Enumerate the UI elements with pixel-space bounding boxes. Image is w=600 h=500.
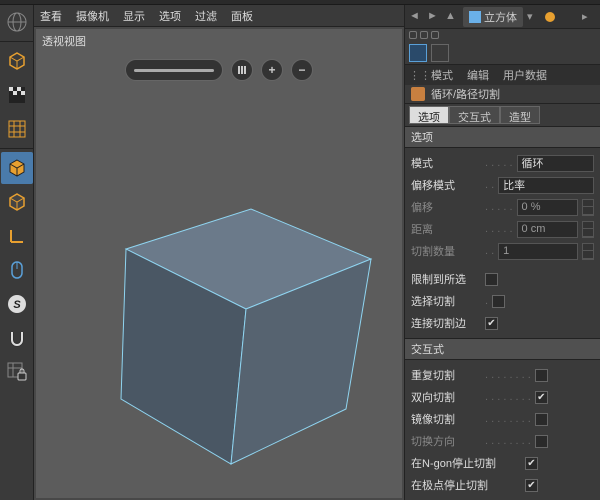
subtab-options[interactable]: 选项 xyxy=(409,106,449,124)
spinner-cutcount[interactable] xyxy=(582,243,594,260)
label-connectedges: 连接切割边 xyxy=(411,315,481,331)
value-mode[interactable]: 循环 xyxy=(517,155,594,172)
value-distance[interactable]: 0 cm xyxy=(517,221,578,238)
nav-prev-icon[interactable]: ◄ xyxy=(409,10,423,24)
label-mirrorcut: 镜像切割 xyxy=(411,411,481,427)
checkbox-bidircut[interactable]: ✔ xyxy=(535,391,548,404)
spinner-distance[interactable] xyxy=(582,221,594,238)
menu-view[interactable]: 查看 xyxy=(40,8,62,24)
status-dot-icon xyxy=(545,12,555,22)
tool-name: 循环/路径切割 xyxy=(431,86,500,102)
axis-tool[interactable] xyxy=(1,220,33,252)
section-interactive: 交互式 xyxy=(405,338,600,360)
breadcrumb[interactable]: 立方体 xyxy=(463,7,523,27)
value-offset[interactable]: 0 % xyxy=(517,199,578,216)
label-cutcount: 切割数量 xyxy=(411,243,481,259)
cube-solid-tool[interactable] xyxy=(1,152,33,184)
nav-next-icon[interactable]: ► xyxy=(427,10,441,24)
spinner-offset[interactable] xyxy=(582,199,594,216)
viewport-menubar: 查看 摄像机 显示 选项 过滤 面板 xyxy=(34,5,404,27)
label-bidircut: 双向切割 xyxy=(411,389,481,405)
dropdown-icon[interactable]: ▾ xyxy=(527,10,541,24)
menu-options[interactable]: 选项 xyxy=(159,8,181,24)
label-distance: 距离 xyxy=(411,221,481,237)
cube-icon xyxy=(469,11,481,23)
checkbox-repeatcut[interactable] xyxy=(535,369,548,382)
subtab-shaping[interactable]: 造型 xyxy=(500,106,540,124)
drag-dots-icon: ⋮⋮ xyxy=(409,69,423,82)
pause-button[interactable] xyxy=(231,59,253,81)
left-toolbar: S xyxy=(0,5,34,500)
nav-up-icon[interactable]: ▲ xyxy=(445,10,459,24)
attribute-panel: ◄ ► ▲ 立方体 ▾ ▸ ⋮⋮ 模式 编辑 用户数据 循环/路径切割 xyxy=(404,5,600,500)
timeline-slider[interactable] xyxy=(125,59,223,81)
checkbox-mirrorcut[interactable] xyxy=(535,413,548,426)
plus-button[interactable]: + xyxy=(261,59,283,81)
checkbox-stopngon[interactable]: ✔ xyxy=(525,457,538,470)
label-stoppole: 在极点停止切割 xyxy=(411,477,521,493)
breadcrumb-label: 立方体 xyxy=(484,9,517,25)
label-limitsel: 限制到所选 xyxy=(411,271,481,287)
minus-button[interactable]: − xyxy=(291,59,313,81)
tab-edit[interactable]: 编辑 xyxy=(461,65,495,85)
magnet-tool[interactable] xyxy=(1,322,33,354)
label-stopngon: 在N-gon停止切割 xyxy=(411,455,521,471)
cube-object[interactable] xyxy=(86,149,386,469)
label-selectcut: 选择切割 xyxy=(411,293,481,309)
viewport[interactable]: 透视视图 + − xyxy=(36,29,402,498)
tool-icon xyxy=(411,87,425,101)
checkbox-limitsel[interactable] xyxy=(485,273,498,286)
cube-outline-tool[interactable] xyxy=(1,186,33,218)
grid-tool[interactable] xyxy=(1,113,33,145)
label-mode: 模式 xyxy=(411,155,481,171)
subtab-interactive[interactable]: 交互式 xyxy=(449,106,500,124)
value-cutcount[interactable]: 1 xyxy=(498,243,578,260)
label-offset: 偏移 xyxy=(411,199,481,215)
cube-tool[interactable] xyxy=(1,45,33,77)
globe-tool[interactable] xyxy=(1,6,33,38)
checkbox-switchdir[interactable] xyxy=(535,435,548,448)
pattern-tool[interactable] xyxy=(1,79,33,111)
s-tool[interactable]: S xyxy=(1,288,33,320)
label-repeatcut: 重复切割 xyxy=(411,367,481,383)
grid-lock-tool[interactable] xyxy=(1,356,33,388)
label-switchdir: 切换方向 xyxy=(411,433,481,449)
menu-camera[interactable]: 摄像机 xyxy=(76,8,109,24)
checkbox-selectcut[interactable] xyxy=(492,295,505,308)
label-offset-mode: 偏移模式 xyxy=(411,177,481,193)
checkbox-connectedges[interactable]: ✔ xyxy=(485,317,498,330)
mouse-tool[interactable] xyxy=(1,254,33,286)
section-options: 选项 xyxy=(405,126,600,148)
checkbox-stoppole[interactable]: ✔ xyxy=(525,479,538,492)
svg-text:S: S xyxy=(13,299,21,311)
mode-square-2[interactable] xyxy=(431,44,449,62)
menu-filter[interactable]: 过滤 xyxy=(195,8,217,24)
viewport-controls: + − xyxy=(125,59,313,81)
menu-display[interactable]: 显示 xyxy=(123,8,145,24)
value-offset-mode[interactable]: 比率 xyxy=(498,177,594,194)
expand-icon[interactable]: ▸ xyxy=(582,10,596,24)
viewport-label: 透视视图 xyxy=(42,33,86,49)
menu-panel[interactable]: 面板 xyxy=(231,8,253,24)
mode-square-1[interactable] xyxy=(409,44,427,62)
tab-userdata[interactable]: 用户数据 xyxy=(497,65,553,85)
tab-mode[interactable]: 模式 xyxy=(425,65,459,85)
